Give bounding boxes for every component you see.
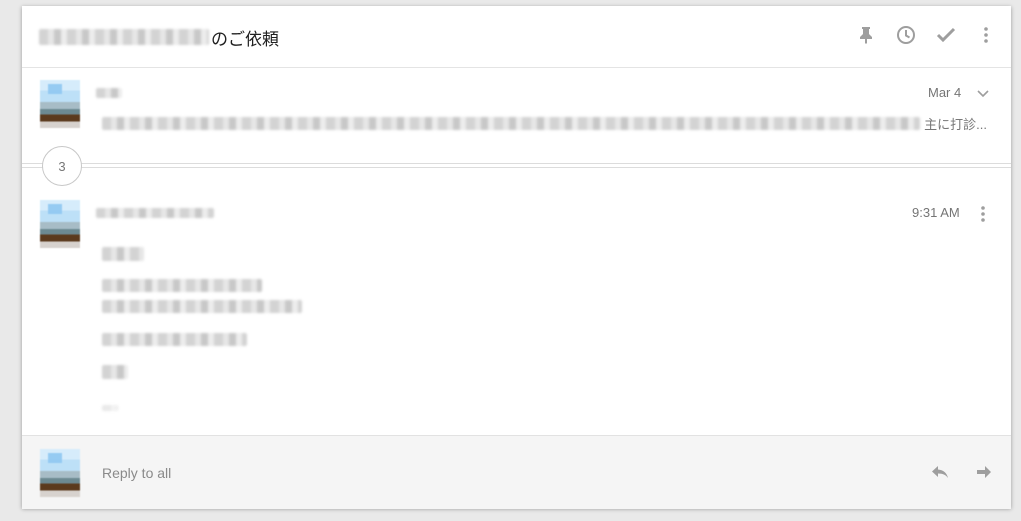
pin-icon[interactable]: [855, 24, 877, 46]
redacted-body-line: [102, 333, 247, 346]
thread-header: のご依頼: [22, 6, 1011, 68]
redacted-body-line: [102, 365, 128, 379]
more-vert-icon[interactable]: [972, 203, 994, 225]
message-collapsed[interactable]: Mar 4 主に打診...: [22, 67, 1011, 163]
clock-icon[interactable]: [895, 24, 917, 46]
check-icon[interactable]: [935, 24, 957, 46]
redacted-sender-name: [96, 208, 214, 218]
snippet-tail: 主に打診...: [924, 116, 987, 132]
message-date: Mar 4: [928, 85, 962, 100]
avatar: [40, 449, 80, 497]
subject-suffix: のご依頼: [211, 29, 279, 49]
chevron-down-icon[interactable]: [972, 83, 994, 105]
message-snippet: 主に打診...: [102, 113, 987, 133]
thread-card: のご依頼 Mar 4 主に打診... 3 9:31 AM Reply to al…: [22, 6, 1011, 509]
avatar: [40, 200, 80, 248]
redacted-snippet-text: [102, 116, 921, 130]
message-time: 9:31 AM: [912, 205, 960, 220]
reply-bar[interactable]: Reply to all: [22, 435, 1011, 509]
message-expanded: 9:31 AM: [22, 167, 1011, 437]
redacted-subject-text: [39, 29, 209, 45]
reply-to-all-input[interactable]: Reply to all: [102, 465, 171, 481]
redacted-body-line: [102, 279, 262, 292]
redacted-body-line: [102, 247, 144, 261]
more-vert-icon[interactable]: [975, 24, 997, 46]
redacted-body-line: [102, 300, 302, 313]
thread-subject: のご依頼: [39, 26, 279, 49]
reply-actions: [929, 461, 995, 483]
redacted-sender-name: [96, 88, 122, 98]
header-actions: [855, 24, 997, 46]
forward-icon[interactable]: [973, 461, 995, 483]
avatar: [40, 80, 80, 128]
redacted-body-line: [102, 405, 118, 411]
reply-icon[interactable]: [929, 461, 951, 483]
